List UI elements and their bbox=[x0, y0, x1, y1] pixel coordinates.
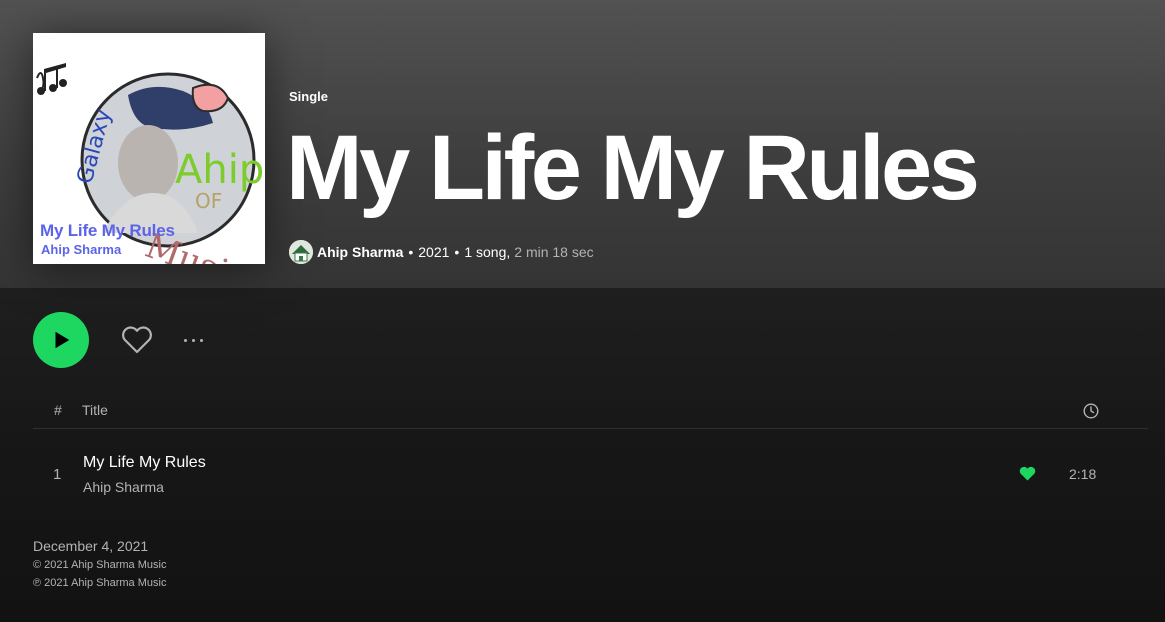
release-year: 2021 bbox=[418, 244, 450, 260]
phonographic-copyright-text: ℗ 2021 Ahip Sharma Music bbox=[33, 577, 167, 589]
like-button[interactable] bbox=[120, 324, 154, 356]
song-count: 1 song, bbox=[464, 244, 511, 260]
column-header-title: Title bbox=[82, 402, 108, 418]
svg-text:Ahip: Ahip bbox=[175, 147, 264, 193]
column-header-number: # bbox=[54, 402, 62, 418]
cover-title-text: My Life My Rules bbox=[40, 221, 175, 240]
track-duration: 2:18 bbox=[1069, 466, 1097, 482]
total-duration: 2 min 18 sec bbox=[514, 244, 594, 260]
copyright-text: © 2021 Ahip Sharma Music bbox=[33, 559, 167, 571]
svg-text:OF: OF bbox=[195, 189, 222, 213]
play-button[interactable] bbox=[33, 312, 89, 368]
track-artist[interactable]: Ahip Sharma bbox=[83, 479, 164, 495]
play-icon bbox=[55, 331, 70, 349]
track-title[interactable]: My Life My Rules bbox=[83, 454, 206, 472]
more-horizontal-icon bbox=[199, 338, 203, 342]
artist-avatar[interactable] bbox=[289, 240, 313, 264]
meta-separator: • bbox=[454, 244, 460, 260]
album-type-label: Single bbox=[289, 89, 329, 104]
cover-artist-text: Ahip Sharma bbox=[41, 242, 122, 257]
meta-separator: • bbox=[408, 244, 414, 260]
heart-outline-icon bbox=[122, 326, 152, 354]
clock-icon bbox=[1083, 403, 1099, 419]
table-row[interactable]: 1 My Life My Rules Ahip Sharma 2:18 bbox=[33, 444, 1148, 500]
more-horizontal-icon bbox=[183, 338, 187, 342]
track-number: 1 bbox=[53, 466, 62, 483]
more-options-button[interactable] bbox=[178, 330, 208, 350]
album-cover: Galaxy Ahip OF Music My Life My Rules Ah… bbox=[33, 33, 265, 264]
avatar-image bbox=[289, 240, 313, 264]
artist-link[interactable]: Ahip Sharma bbox=[317, 244, 403, 260]
album-meta: Ahip Sharma • 2021 • 1 song, 2 min 18 se… bbox=[289, 240, 594, 264]
release-date: December 4, 2021 bbox=[33, 538, 149, 554]
more-horizontal-icon bbox=[191, 338, 195, 342]
page-title: My Life My Rules bbox=[286, 117, 980, 219]
tracklist-divider bbox=[33, 428, 1148, 429]
heart-filled-icon[interactable] bbox=[1019, 466, 1036, 481]
